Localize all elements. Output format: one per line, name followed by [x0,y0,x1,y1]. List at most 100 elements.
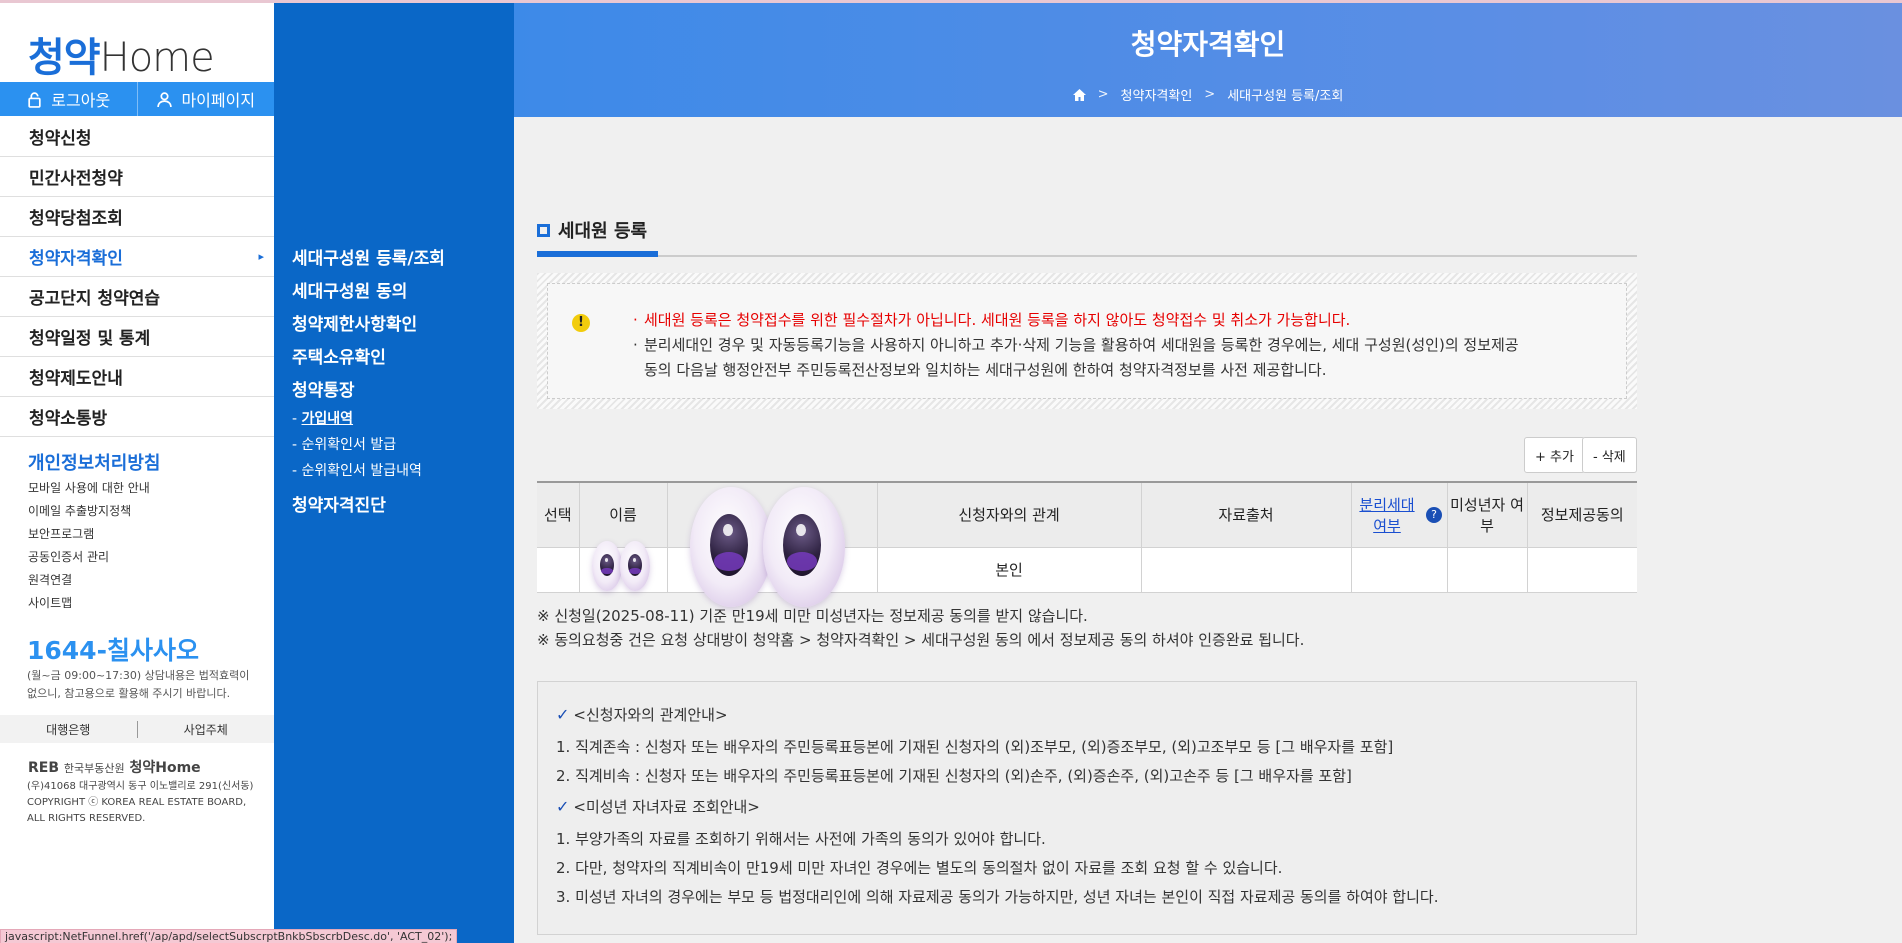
mypage-label: 마이페이지 [181,91,256,110]
footer-links: 모바일 사용에 대한 안내 이메일 추출방지정책 보안프로그램 공동인증서 관리… [28,477,150,615]
agent-bank-link[interactable]: 대행은행 [0,721,137,738]
submenu-house-ownership[interactable]: 주택소유확인 [292,343,386,368]
menu-item-practice[interactable]: 공고단지 청약연습 [0,277,274,317]
main-menu: 청약신청 민간사전청약 청약당첨조회 청약자격확인 공고단지 청약연습 청약일정… [0,117,274,437]
delete-member-button[interactable]: - 삭제 [1582,437,1637,473]
check-icon: ✓ [556,704,570,724]
help-icon[interactable]: ? [1426,506,1442,523]
menu-item-eligibility[interactable]: 청약자격확인 [0,237,274,277]
table-notes: ※ 신청일(2025-08-11) 기준 만19세 미만 미성년자는 정보제공 … [537,604,1304,652]
menu-item-pre-subscription[interactable]: 민간사전청약 [0,157,274,197]
mobile-guide-link[interactable]: 모바일 사용에 대한 안내 [28,477,150,500]
certificate-link[interactable]: 공동인증서 관리 [28,546,150,569]
relation-guide-line: 2. 직계비속 : 신청자 또는 배우자의 주민등록표등본에 기재된 신청자의 … [556,767,1352,785]
copyright-text: COPYRIGHT ⓒ KOREA REAL ESTATE BOARD, ALL… [27,797,247,824]
privacy-policy-link[interactable]: 개인정보처리방침 [28,449,160,475]
footer-address: (우)41068 대구광역시 동구 이노밸리로 291(신서동) COPYRIG… [27,779,257,827]
email-policy-link[interactable]: 이메일 추출방지정책 [28,500,150,523]
logout-label: 로그아웃 [51,91,111,110]
phone-suffix: 칠사사오 [106,636,199,665]
browser-status-bar: javascript:NetFunnel.href('/ap/apd/selec… [0,929,458,943]
menu-label: 청약신청 [29,129,92,149]
breadcrumb-item[interactable]: 청약자격확인 [1121,85,1193,104]
minor-guide-line: 1. 부양가족의 자료를 조회하기 위해서는 사전에 가족의 동의가 있어야 합… [556,830,1046,848]
submenu-household-register[interactable]: 세대구성원 등록/조회 [292,244,445,269]
menu-item-apply[interactable]: 청약신청 [0,117,274,157]
col-consent: 정보제공동의 [1526,481,1637,548]
menu-label: 청약소통방 [29,409,108,429]
minor-guide-title: ✓ <미성년 자녀자료 조회안내> [556,794,1636,818]
menu-item-communication[interactable]: 청약소통방 [0,397,274,437]
breadcrumb: > 청약자격확인 > 세대구성원 등록/조회 [514,85,1902,104]
security-program-link[interactable]: 보안프로그램 [28,523,150,546]
reb-home: 청약Home [129,760,201,776]
menu-label: 청약당첨조회 [29,209,123,229]
reb-org: 한국부동산원 [63,762,125,775]
cell-select[interactable] [537,546,580,593]
col-separate-household: 분리세대 여부? [1350,481,1448,548]
add-member-button[interactable]: + 추가 [1524,437,1585,473]
submenu-bankbook[interactable]: 청약통장 [292,376,355,401]
notice-text: 세대원 등록은 청약접수를 위한 필수절차가 아닙니다. 세대원 등록을 하지 … [633,308,1519,383]
notice-box: ! 세대원 등록은 청약접수를 위한 필수절차가 아닙니다. 세대원 등록을 하… [537,273,1637,409]
notice-inner: ! 세대원 등록은 청약접수를 위한 필수절차가 아닙니다. 세대원 등록을 하… [547,283,1627,399]
mypage-button[interactable]: 마이페이지 [136,82,275,116]
menu-label: 청약제도안내 [29,369,123,389]
large-pupil-right [783,514,821,576]
relation-guide-line: 1. 직계존속 : 신청자 또는 배우자의 주민등록표등본에 기재된 신청자의 … [556,738,1394,756]
user-icon [157,91,173,107]
submenu-restrictions[interactable]: 청약제한사항확인 [292,310,417,335]
phone-prefix: 1644- [27,636,107,665]
home-icon[interactable] [1072,88,1086,101]
submenu-rank-certificate[interactable]: - 순위확인서 발급 [292,434,396,454]
cell-minor [1446,546,1528,593]
note-minor: ※ 신청일(2025-08-11) 기준 만19세 미만 미성년자는 정보제공 … [537,607,1088,625]
subscription-history-label: 가입내역 [301,411,354,427]
separate-household-link[interactable]: 분리세대 여부 [1356,494,1418,536]
small-eye-left [592,541,622,591]
col-select: 선택 [537,481,580,548]
col-relation: 신청자와의 관계 [876,481,1142,548]
submenu-subscription-history[interactable]: - 가입내역 [292,408,353,428]
menu-item-schedule-stats[interactable]: 청약일정 및 통계 [0,317,274,357]
chevron-right-icon: > [1204,87,1216,102]
site-logo[interactable]: 청약Home [28,25,215,83]
rank-certificate-label: 순위확인서 발급 [301,437,397,453]
section-title-text: 세대원 등록 [558,221,648,242]
relation-guide-title: ✓ <신청자와의 관계안내> [556,702,1636,726]
menu-label: 공고단지 청약연습 [29,289,161,309]
menu-label: 청약일정 및 통계 [29,329,151,349]
remote-connect-link[interactable]: 원격연결 [28,569,150,592]
business-entity-link[interactable]: 사업주체 [136,720,275,738]
call-center-number: 1644-칠사사오 [27,631,199,667]
sitemap-link[interactable]: 사이트맵 [28,592,150,615]
cell-source [1140,546,1352,593]
menu-item-system-guide[interactable]: 청약제도안내 [0,357,274,397]
col-source: 자료출처 [1140,481,1352,548]
address-text: (우)41068 대구광역시 동구 이노밸리로 291(신서동) [27,781,254,792]
col-minor: 미성년자 여부 [1446,481,1528,548]
notice-line-2a: 분리세대인 경우 및 자동등록기능을 사용하지 아니하고 추가·삭제 기능을 활… [633,333,1519,358]
submenu-diagnosis[interactable]: 청약자격진단 [292,491,386,516]
col-name: 이름 [578,481,668,548]
small-eye-right [620,541,650,591]
logo-english: Home [99,35,215,81]
menu-item-winner-lookup[interactable]: 청약당첨조회 [0,197,274,237]
reb-logo: REB 한국부동산원 청약Home [28,757,201,777]
large-eye-right [763,487,845,607]
notice-line-2b: 동의 다음날 행정안전부 주민등록전산정보와 일치하는 세대구성원에 한하여 청… [644,361,1327,379]
large-pupil-left [710,514,748,576]
logout-button[interactable]: 로그아웃 [0,82,137,116]
menu-label: 청약자격확인 [29,249,123,269]
cell-consent [1526,546,1637,593]
small-pupil-left [600,554,614,576]
submenu-household-consent[interactable]: 세대구성원 동의 [292,277,407,302]
relation-guide-title-text: <신청자와의 관계안내> [573,705,728,724]
cell-relation: 본인 [876,546,1142,593]
section-title: 세대원 등록 [537,217,647,243]
page-header: 청약자격확인 > 청약자격확인 > 세대구성원 등록/조회 [514,3,1902,117]
square-bullet-icon [537,223,550,237]
chevron-right-icon: > [1097,87,1109,102]
submenu-rank-certificate-history[interactable]: - 순위확인서 발급내역 [292,460,422,480]
small-pupil-right [628,554,642,576]
